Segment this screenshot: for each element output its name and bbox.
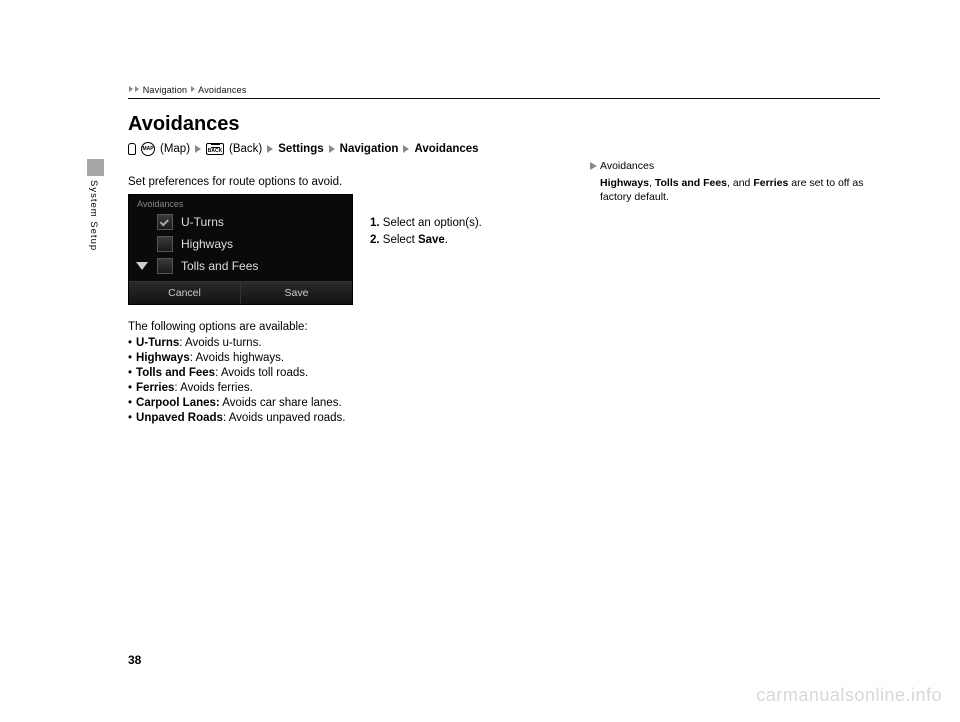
option-label: U-Turns [181,215,224,229]
screenshot-option: U-Turns [129,211,352,233]
list-item: •Unpaved Roads: Avoids unpaved roads. [128,412,568,424]
option-label: Highways [181,237,233,251]
main-column: MAP (Map) BACK (Back) Settings Navigatio… [128,142,568,427]
checkbox-icon [157,236,173,252]
chevron-right-icon [129,86,133,92]
label-map: (Map) [160,143,190,155]
label-back: (Back) [229,143,262,155]
label-navigation: Navigation [340,143,399,155]
list-item: •U-Turns: Avoids u-turns. [128,337,568,349]
chevron-right-icon [267,145,273,153]
section-tab-icon [87,159,104,176]
checkbox-icon [157,214,173,230]
button-sequence: MAP (Map) BACK (Back) Settings Navigatio… [128,142,568,156]
chevron-right-icon [195,145,201,153]
chevron-right-icon [403,145,409,153]
breadcrumb-item: Navigation [143,85,188,95]
options-list: •U-Turns: Avoids u-turns. •Highways: Avo… [128,337,568,424]
options-intro: The following options are available: [128,321,568,333]
manual-page: Navigation Avoidances System Setup Avoid… [0,0,960,722]
back-button-icon: BACK [206,143,224,155]
page-number: 38 [128,653,141,667]
save-button: Save [240,282,352,304]
scroll-down-icon [136,262,148,270]
side-note-head: Avoidances [590,160,870,172]
option-label: Tolls and Fees [181,259,258,273]
page-title: Avoidances [0,99,960,142]
steps: 1. Select an option(s). 2. Select Save. [370,215,482,250]
breadcrumb-item: Avoidances [198,85,246,95]
list-item: •Tolls and Fees: Avoids toll roads. [128,367,568,379]
watermark: carmanualsonline.info [756,685,942,706]
screenshot-buttons: Cancel Save [129,281,352,304]
screenshot-option: Tolls and Fees [129,255,352,277]
side-note: Avoidances Highways, Tolls and Fees, and… [590,160,870,204]
note-icon [590,162,597,170]
screenshot-title: Avoidances [129,195,352,211]
side-note-title: Avoidances [600,160,654,172]
map-button-icon: MAP [141,142,155,156]
caption: Set preferences for route options to avo… [128,176,568,188]
device-screenshot: Avoidances U-Turns Highways Tolls and Fe… [128,194,353,305]
check-icon [160,217,169,226]
chevron-right-icon [191,86,195,92]
breadcrumb: Navigation Avoidances [0,85,960,95]
screenshot-option: Highways [129,233,352,255]
list-item: •Carpool Lanes: Avoids car share lanes. [128,397,568,409]
section-label: System Setup [88,180,99,251]
list-item: •Ferries: Avoids ferries. [128,382,568,394]
list-item: •Highways: Avoids highways. [128,352,568,364]
label-settings: Settings [278,143,323,155]
press-icon [128,143,136,155]
side-note-body: Highways, Tolls and Fees, and Ferries ar… [590,176,870,204]
checkbox-icon [157,258,173,274]
cancel-button: Cancel [129,282,240,304]
chevron-right-icon [135,86,139,92]
chevron-right-icon [329,145,335,153]
label-avoidances: Avoidances [414,143,478,155]
